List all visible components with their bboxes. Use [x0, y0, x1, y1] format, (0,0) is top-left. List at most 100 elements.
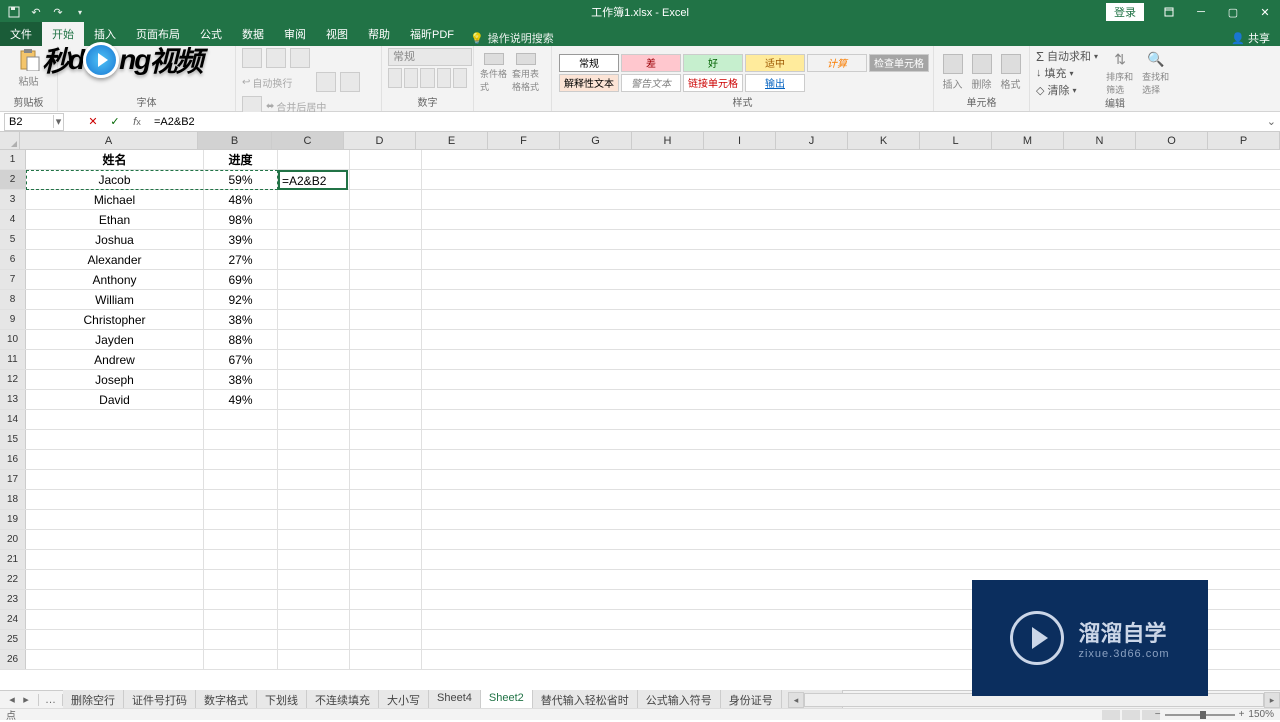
- tab-view[interactable]: 视图: [316, 22, 358, 46]
- ribbon-display-icon[interactable]: [1154, 0, 1184, 24]
- dec-decimal-button[interactable]: [453, 68, 467, 88]
- format-cells-button[interactable]: 格式: [998, 53, 1023, 93]
- name-box[interactable]: B2 ▾: [4, 113, 64, 131]
- col-header-N[interactable]: N: [1064, 132, 1136, 149]
- cell[interactable]: 38%: [204, 370, 278, 389]
- cell[interactable]: [350, 210, 422, 229]
- cell[interactable]: Andrew: [26, 350, 204, 369]
- col-header-L[interactable]: L: [920, 132, 992, 149]
- tab-layout[interactable]: 页面布局: [126, 22, 190, 46]
- row-header[interactable]: 19: [0, 510, 26, 529]
- table-format-button[interactable]: 套用表格格式: [512, 53, 540, 93]
- cell[interactable]: 49%: [204, 390, 278, 409]
- row-header[interactable]: 8: [0, 290, 26, 309]
- cell-style-item[interactable]: 好: [683, 54, 743, 72]
- cell[interactable]: [26, 650, 204, 669]
- cell[interactable]: [278, 270, 350, 289]
- zoom-slider[interactable]: [1165, 714, 1235, 716]
- close-icon[interactable]: ✕: [1250, 0, 1280, 24]
- row-header[interactable]: 17: [0, 470, 26, 489]
- row-header[interactable]: 26: [0, 650, 26, 669]
- col-header-G[interactable]: G: [560, 132, 632, 149]
- select-all-button[interactable]: [0, 132, 20, 149]
- minimize-icon[interactable]: ─: [1186, 0, 1216, 24]
- cell[interactable]: 48%: [204, 190, 278, 209]
- cell[interactable]: [26, 550, 204, 569]
- cell[interactable]: 进度: [204, 150, 278, 169]
- cell-style-item[interactable]: 警告文本: [621, 74, 681, 92]
- row-header[interactable]: 6: [0, 250, 26, 269]
- sheet-tab[interactable]: 身份证号: [721, 690, 782, 710]
- sheet-tab[interactable]: 大小写: [379, 690, 429, 710]
- share-button[interactable]: 👤 共享: [1231, 30, 1270, 46]
- col-header-O[interactable]: O: [1136, 132, 1208, 149]
- cell-styles-gallery[interactable]: 常规差好适中计算检查单元格解释性文本警告文本链接单元格输出: [558, 53, 930, 93]
- cell[interactable]: [278, 650, 350, 669]
- cell[interactable]: [278, 390, 350, 409]
- cell-style-item[interactable]: 链接单元格: [683, 74, 743, 92]
- cell[interactable]: [278, 470, 350, 489]
- zoom-in-button[interactable]: +: [1239, 709, 1245, 720]
- col-header-J[interactable]: J: [776, 132, 848, 149]
- undo-icon[interactable]: ↶: [28, 4, 44, 20]
- cell[interactable]: [204, 430, 278, 449]
- cell-style-item[interactable]: 解释性文本: [559, 74, 619, 92]
- tab-data[interactable]: 数据: [232, 22, 274, 46]
- cell[interactable]: [278, 590, 350, 609]
- cell[interactable]: [278, 490, 350, 509]
- cell[interactable]: 27%: [204, 250, 278, 269]
- cell[interactable]: [26, 510, 204, 529]
- find-select-button[interactable]: 🔍查找和选择: [1142, 53, 1170, 93]
- row-header[interactable]: 13: [0, 390, 26, 409]
- cell[interactable]: 38%: [204, 310, 278, 329]
- cell[interactable]: [278, 430, 350, 449]
- cell[interactable]: [278, 410, 350, 429]
- tab-home[interactable]: 开始: [42, 22, 84, 46]
- row-header[interactable]: 25: [0, 630, 26, 649]
- cell[interactable]: [26, 410, 204, 429]
- row-header[interactable]: 14: [0, 410, 26, 429]
- cell[interactable]: [350, 150, 422, 169]
- cell[interactable]: [204, 590, 278, 609]
- col-header-B[interactable]: B: [198, 132, 272, 149]
- col-header-C[interactable]: C: [272, 132, 344, 149]
- cell[interactable]: [26, 450, 204, 469]
- cell[interactable]: [278, 370, 350, 389]
- fx-button[interactable]: fx: [126, 113, 148, 131]
- wrap-text-button[interactable]: ↩自动换行: [242, 75, 312, 90]
- sheet-tab[interactable]: 数字格式: [196, 690, 257, 710]
- cell-style-item[interactable]: 计算: [807, 54, 867, 72]
- cell[interactable]: Alexander: [26, 250, 204, 269]
- chevron-down-icon[interactable]: ▾: [53, 115, 63, 128]
- active-cell-edit[interactable]: =A2&B2: [278, 170, 348, 190]
- cell[interactable]: [350, 330, 422, 349]
- col-header-D[interactable]: D: [344, 132, 416, 149]
- col-header-A[interactable]: A: [20, 132, 198, 149]
- align-center-button[interactable]: [340, 72, 360, 92]
- cell[interactable]: 69%: [204, 270, 278, 289]
- cell-style-item[interactable]: 检查单元格: [869, 54, 929, 72]
- cell[interactable]: [350, 390, 422, 409]
- col-header-P[interactable]: P: [1208, 132, 1280, 149]
- cell[interactable]: [350, 570, 422, 589]
- cell[interactable]: [350, 250, 422, 269]
- expand-formula-icon[interactable]: ⌄: [1267, 115, 1276, 128]
- cell[interactable]: 67%: [204, 350, 278, 369]
- cell[interactable]: [26, 430, 204, 449]
- cell[interactable]: David: [26, 390, 204, 409]
- cell[interactable]: [204, 490, 278, 509]
- col-header-F[interactable]: F: [488, 132, 560, 149]
- col-header-M[interactable]: M: [992, 132, 1064, 149]
- cell[interactable]: [204, 530, 278, 549]
- cell[interactable]: [278, 310, 350, 329]
- cell[interactable]: [26, 590, 204, 609]
- page-layout-view-button[interactable]: [1122, 710, 1140, 720]
- cell[interactable]: 92%: [204, 290, 278, 309]
- cell[interactable]: [350, 470, 422, 489]
- cell[interactable]: [350, 350, 422, 369]
- cell[interactable]: [278, 350, 350, 369]
- cell[interactable]: [278, 210, 350, 229]
- cell[interactable]: [350, 610, 422, 629]
- cell[interactable]: [350, 590, 422, 609]
- row-header[interactable]: 16: [0, 450, 26, 469]
